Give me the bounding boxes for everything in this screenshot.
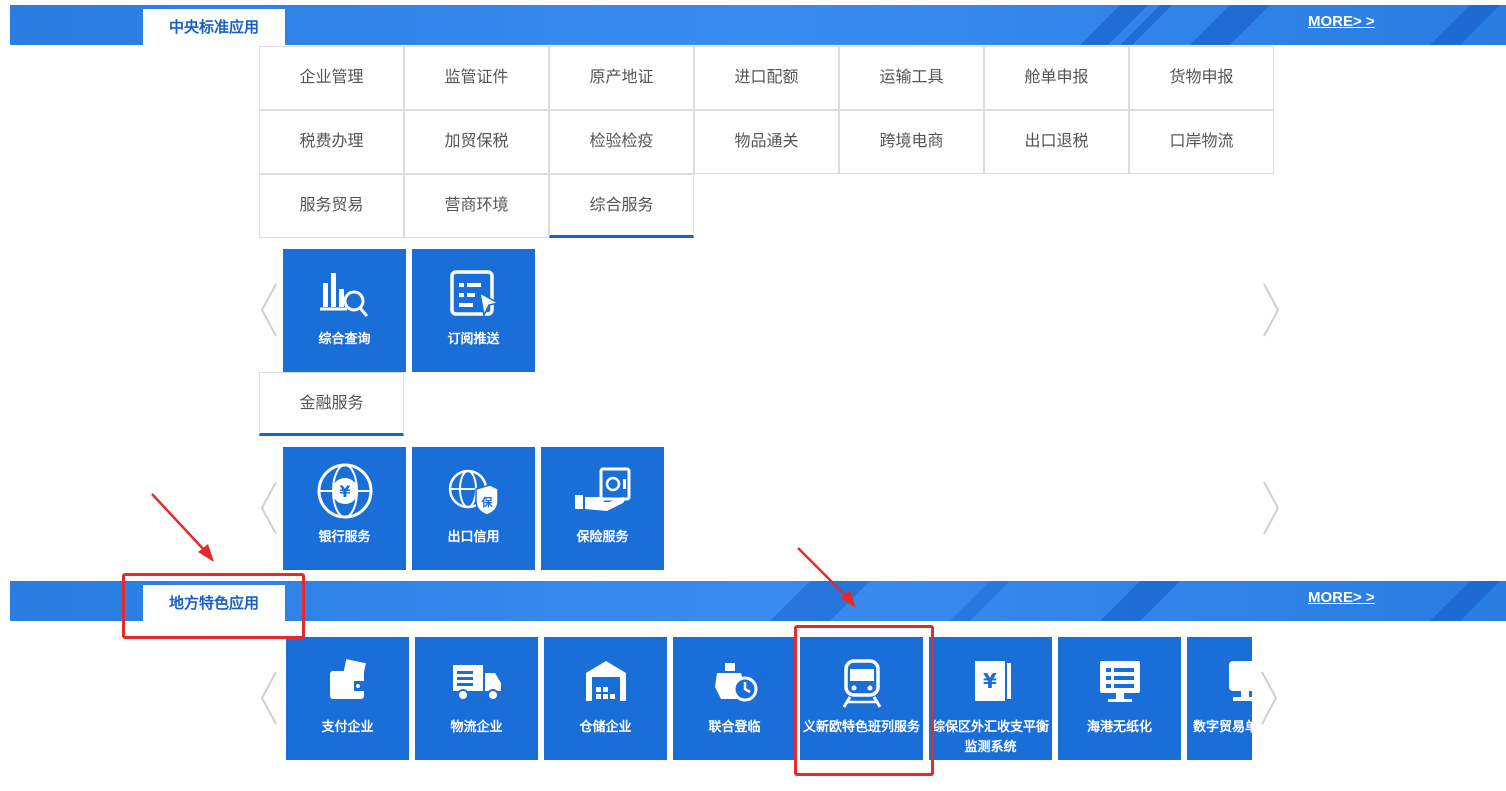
annotation-arrow-icon: [151, 493, 214, 562]
warehouse-icon: [585, 661, 626, 701]
tile-subscribe-push[interactable]: 订阅推送: [412, 249, 535, 372]
category-item[interactable]: 检验检疫: [549, 110, 694, 174]
category-item[interactable]: 企业管理: [259, 46, 404, 110]
tile-label: 保险服务: [576, 529, 629, 544]
category-item[interactable]: 跨境电商: [839, 110, 984, 174]
carousel-prev-arrow[interactable]: [258, 480, 280, 536]
tile-label: 出口信用: [447, 529, 500, 544]
tile-label: 物流企业: [450, 719, 503, 734]
chart-search-icon: [319, 273, 368, 317]
svg-text:¥: ¥: [339, 482, 350, 501]
local-apps-title[interactable]: 地方特色应用: [143, 585, 285, 621]
category-item-active[interactable]: 综合服务: [549, 174, 694, 238]
annotation-arrow-icon: [797, 547, 856, 608]
truck-icon: [452, 665, 501, 701]
category-item[interactable]: 口岸物流: [1129, 110, 1274, 174]
category-item[interactable]: 出口退税: [984, 110, 1129, 174]
carousel-prev-arrow[interactable]: [258, 282, 280, 338]
central-apps-title[interactable]: 中央标准应用: [143, 9, 285, 45]
globe-shield-icon: 保: [448, 469, 499, 516]
tile-yixinou-train-service[interactable]: 义新欧特色班列服务: [800, 637, 923, 760]
tile-digital-trade[interactable]: 数字贸易单: [1187, 637, 1252, 760]
train-icon: [842, 659, 881, 708]
category-item[interactable]: 舱单申报: [984, 46, 1129, 110]
central-more-link[interactable]: MORE> >: [1308, 13, 1375, 30]
tile-seaport-paperless[interactable]: 海港无纸化: [1058, 637, 1181, 760]
carousel-next-arrow[interactable]: [1258, 670, 1280, 726]
category-item[interactable]: 货物申报: [1129, 46, 1274, 110]
tile-label: 仓储企业: [579, 719, 632, 734]
tile-label: 综合查询: [318, 331, 371, 346]
ship-clock-icon: [714, 663, 757, 702]
svg-text:保: 保: [480, 495, 493, 509]
central-apps-banner: 中央标准应用 MORE> >: [10, 5, 1506, 45]
top-edge: [0, 0, 1506, 3]
hand-safe-icon: [574, 467, 630, 511]
tile-label: 义新欧特色班列服务: [802, 719, 920, 734]
tile-export-credit[interactable]: 保 出口信用: [412, 447, 535, 570]
tile-label: 订阅推送: [447, 331, 500, 346]
category-item[interactable]: 加贸保税: [404, 110, 549, 174]
local-more-link[interactable]: MORE> >: [1308, 589, 1375, 606]
category-item[interactable]: 进口配额: [694, 46, 839, 110]
tile-label: 支付企业: [321, 719, 374, 734]
subscribe-screen-icon: [449, 270, 500, 318]
tile-joint-boarding[interactable]: 联合登临: [673, 637, 796, 760]
tile-insurance-service[interactable]: 保险服务: [541, 447, 664, 570]
carousel-next-arrow[interactable]: [1260, 480, 1282, 536]
category-item[interactable]: 营商环境: [404, 174, 549, 238]
category-item[interactable]: 服务贸易: [259, 174, 404, 238]
tile-label: 综保区外汇收支平衡监测系统: [931, 719, 1049, 754]
monitor-icon: [1099, 661, 1140, 702]
category-item[interactable]: 原产地证: [549, 46, 694, 110]
globe-yen-icon: ¥: [317, 463, 372, 519]
tile-label: 数字贸易单: [1193, 719, 1252, 734]
tile-comprehensive-query[interactable]: 综合查询: [283, 249, 406, 372]
tile-label: 银行服务: [318, 529, 371, 544]
category-item[interactable]: 监管证件: [404, 46, 549, 110]
tile-bonded-zone-forex-monitor[interactable]: ¥ 综保区外汇收支平衡监测系统: [929, 637, 1052, 760]
category-item[interactable]: 物品通关: [694, 110, 839, 174]
tile-logistics-enterprise[interactable]: 物流企业: [415, 637, 538, 760]
digital-trade-icon: [1229, 661, 1252, 701]
tile-payment-enterprise[interactable]: 支付企业: [286, 637, 409, 760]
tab-finance-services[interactable]: 金融服务: [259, 372, 404, 436]
category-item[interactable]: 税费办理: [259, 110, 404, 174]
ledger-yen-icon: ¥: [974, 661, 1011, 701]
tile-bank-service[interactable]: ¥ 银行服务: [283, 447, 406, 570]
tile-label: 海港无纸化: [1086, 719, 1152, 734]
carousel-prev-arrow[interactable]: [258, 670, 280, 726]
svg-text:¥: ¥: [983, 669, 997, 693]
category-item[interactable]: 运输工具: [839, 46, 984, 110]
wallet-icon: [329, 659, 366, 699]
tile-label: 联合登临: [708, 719, 761, 734]
local-apps-banner: 地方特色应用 MORE> >: [10, 581, 1506, 621]
carousel-next-arrow[interactable]: [1260, 282, 1282, 338]
tile-warehouse-enterprise[interactable]: 仓储企业: [544, 637, 667, 760]
